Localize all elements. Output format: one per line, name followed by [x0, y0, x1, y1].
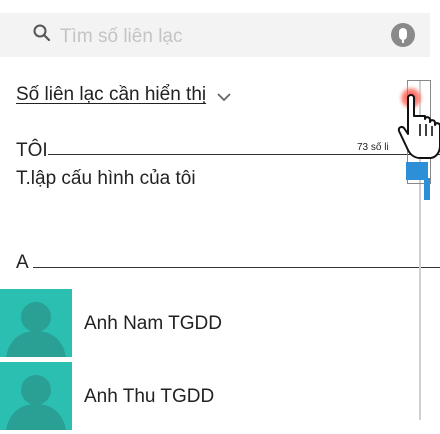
contact-count-label: 73 số li — [357, 142, 389, 153]
filter-label: Số liên lạc cần hiển thị — [16, 84, 207, 105]
contact-row[interactable]: Anh Thu TGDD — [0, 362, 430, 430]
contact-name: Anh Thu TGDD — [84, 386, 215, 407]
section-header-a: A — [16, 252, 29, 273]
chevron-down-icon — [217, 93, 231, 102]
default-avatar-icon — [0, 289, 72, 357]
search-input[interactable] — [58, 23, 382, 51]
contact-row[interactable]: Anh Nam TGDD — [0, 289, 430, 357]
search-bar[interactable] — [0, 13, 430, 57]
search-icon — [33, 24, 51, 42]
default-avatar-icon — [0, 362, 72, 430]
hand-pointer-icon — [397, 84, 440, 159]
section-divider — [33, 267, 440, 268]
my-profile-setup[interactable]: T.lập cấu hình của tôi — [16, 168, 196, 190]
microphone-icon[interactable] — [391, 23, 415, 47]
section-divider — [48, 154, 440, 155]
contact-name: Anh Nam TGDD — [84, 313, 222, 334]
scrollbar-thumb-base — [424, 178, 430, 200]
contacts-to-display-filter[interactable]: Số liên lạc cần hiển thị — [16, 84, 316, 114]
section-header-me: TÔI — [16, 140, 48, 161]
